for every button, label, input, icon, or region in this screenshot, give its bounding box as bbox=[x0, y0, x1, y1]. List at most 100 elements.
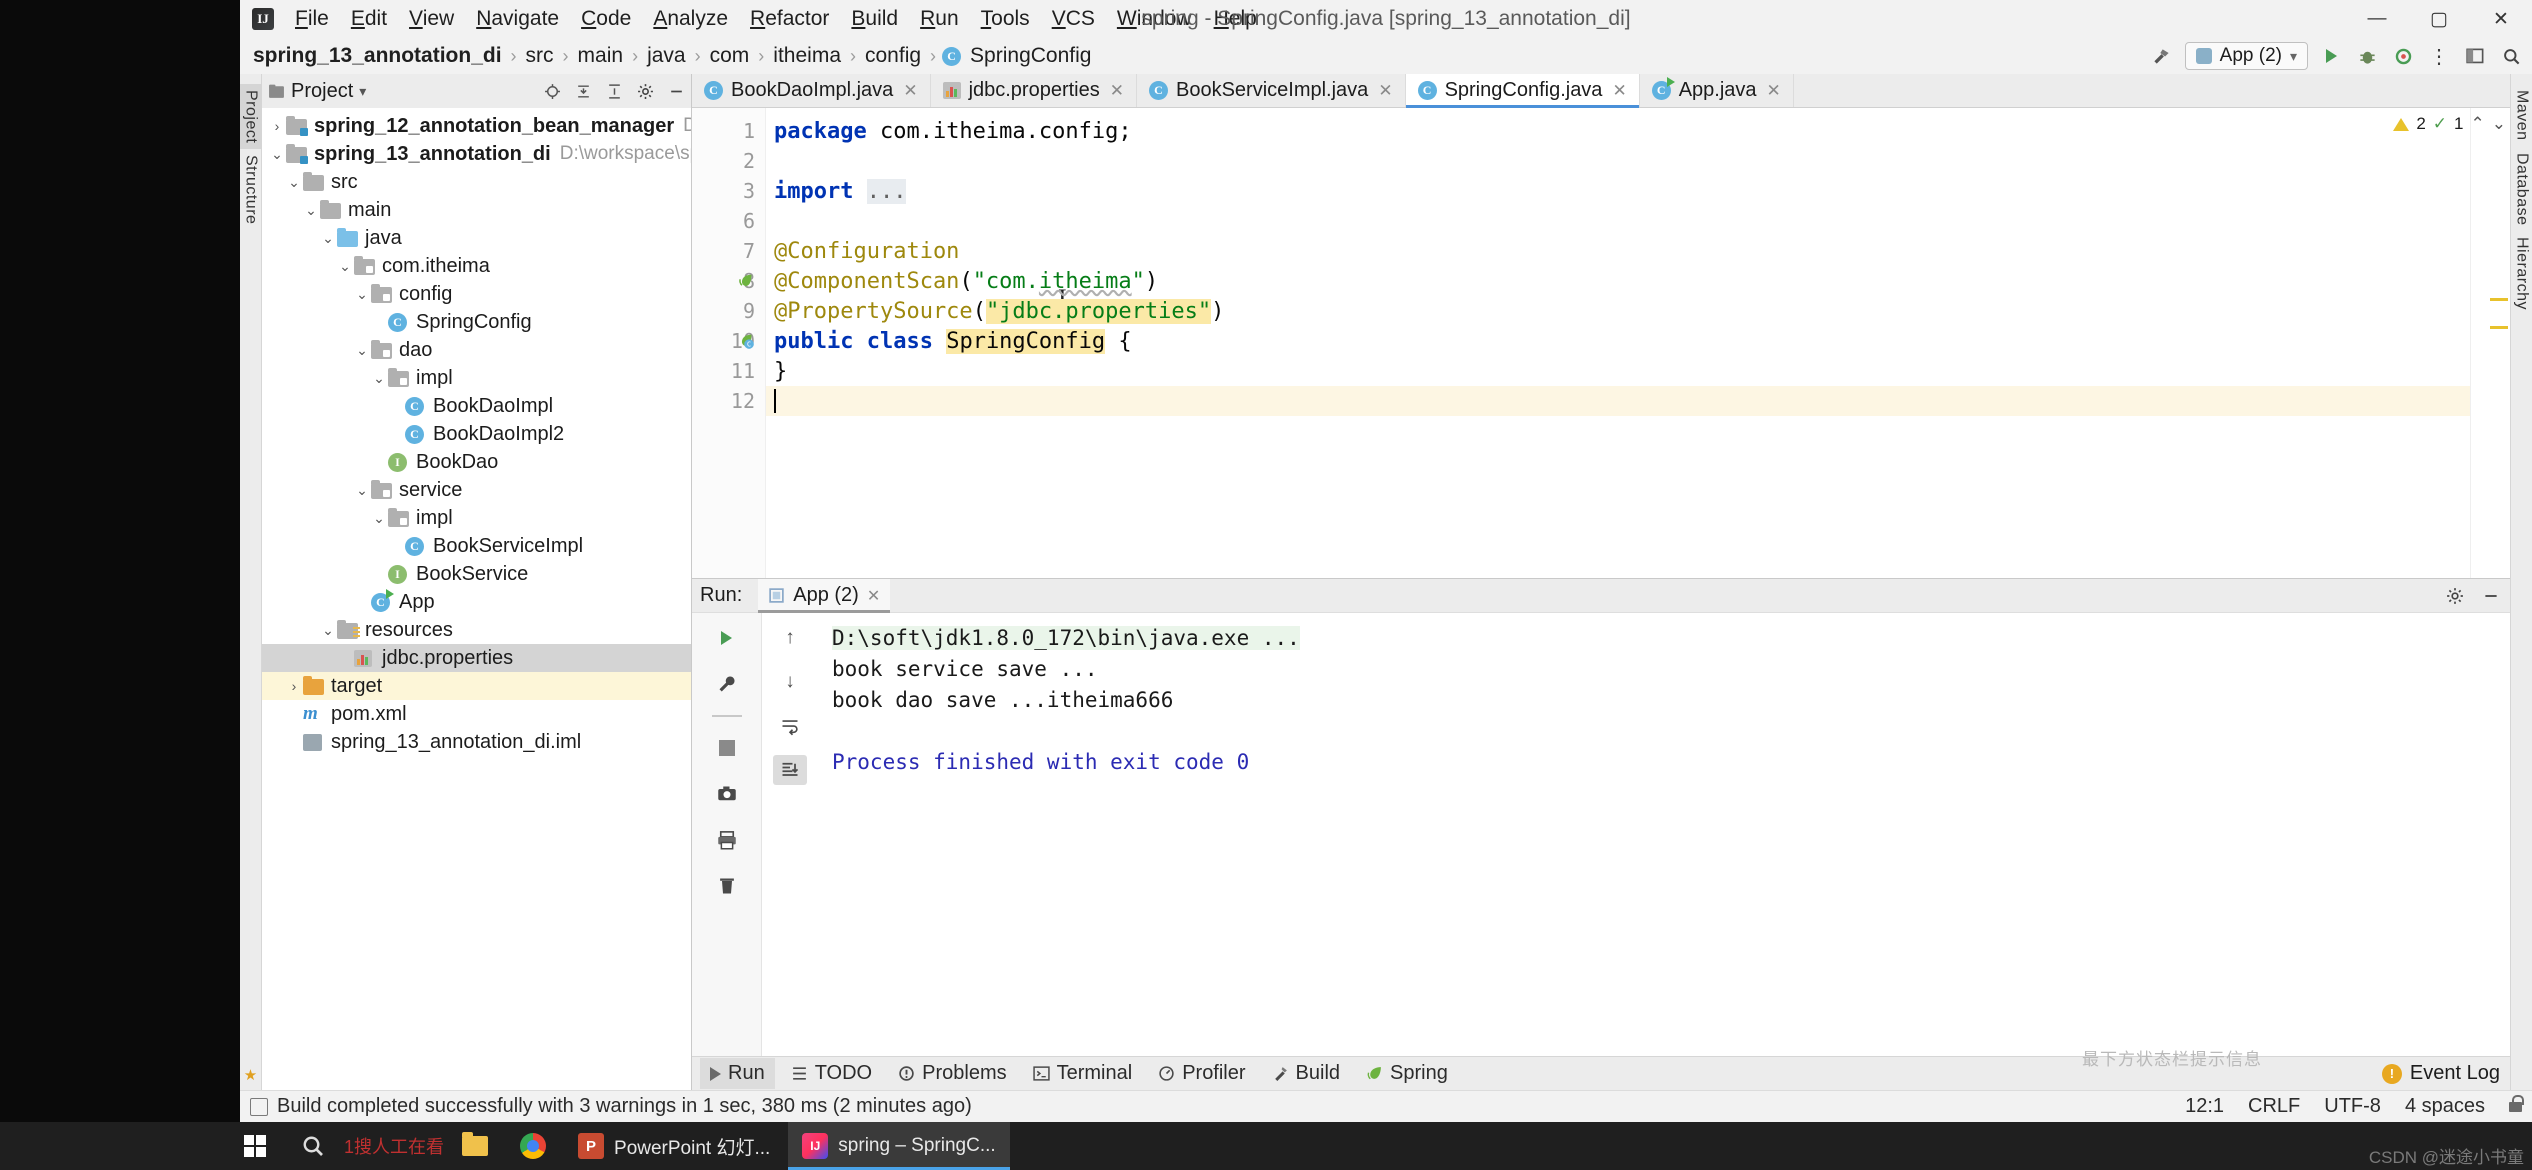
chevron-down-icon[interactable]: ⌄ bbox=[370, 370, 388, 387]
windows-start-icon[interactable] bbox=[228, 1122, 282, 1170]
code-line[interactable]: } bbox=[766, 356, 2470, 386]
chevron-down-icon[interactable]: ⌄ bbox=[353, 286, 371, 303]
indent-setting[interactable]: 4 spaces bbox=[2405, 1095, 2485, 1118]
tree-node[interactable]: spring_13_annotation_di.iml bbox=[262, 728, 691, 756]
tree-node[interactable]: ⌄ impl bbox=[262, 504, 691, 532]
search-icon[interactable] bbox=[2498, 43, 2524, 69]
breadcrumb-item[interactable]: spring_13_annotation_di bbox=[250, 44, 505, 68]
console-output[interactable]: D:\soft\jdk1.8.0_172\bin\java.exe ... boo… bbox=[818, 613, 2510, 1056]
tree-node[interactable]: ⌄ resources bbox=[262, 616, 691, 644]
chevron-down-icon[interactable]: ⌄ bbox=[319, 622, 337, 639]
menu-item-code[interactable]: Code bbox=[570, 3, 642, 35]
debug-icon[interactable] bbox=[2354, 43, 2380, 69]
menu-item-build[interactable]: Build bbox=[840, 3, 909, 35]
tool-tab-project[interactable]: Project bbox=[239, 84, 262, 150]
chevron-down-icon[interactable]: ⌄ bbox=[353, 482, 371, 499]
tree-node[interactable]: C App bbox=[262, 588, 691, 616]
minimize-icon[interactable] bbox=[2480, 585, 2502, 607]
tree-node[interactable]: ⌄ dao bbox=[262, 336, 691, 364]
code-line[interactable] bbox=[766, 206, 2470, 236]
tree-node[interactable]: ⌄ config bbox=[262, 280, 691, 308]
chevron-down-icon[interactable]: ▾ bbox=[359, 83, 366, 100]
code-line[interactable]: public class SpringConfig { bbox=[766, 326, 2470, 356]
event-log-group[interactable]: ! Event Log bbox=[2381, 1062, 2500, 1085]
code-line[interactable]: package com.itheima.config; bbox=[766, 116, 2470, 146]
tree-node[interactable]: ⌄ impl bbox=[262, 364, 691, 392]
editor-tab-bookdaoimpl-java[interactable]: C BookDaoImpl.java ✕ bbox=[692, 74, 931, 107]
analysis-marker[interactable] bbox=[2490, 298, 2508, 301]
code-line[interactable]: -@PropertySource("jdbc.properties") bbox=[766, 296, 2470, 326]
chevron-down-icon[interactable]: ⌄ bbox=[370, 510, 388, 527]
hide-panel-icon[interactable] bbox=[665, 80, 687, 102]
spring-config-icon[interactable]: C bbox=[736, 331, 756, 351]
code-line[interactable]: @ComponentScan("com. itheima ") bbox=[766, 266, 2470, 296]
editor-tab-app-java[interactable]: C App.java ✕ bbox=[1640, 74, 1794, 107]
menu-item-refactor[interactable]: Refactor bbox=[739, 3, 840, 35]
tree-node[interactable]: ⌄ src bbox=[262, 168, 691, 196]
build-hammer-icon[interactable] bbox=[2149, 43, 2175, 69]
project-panel-title-group[interactable]: Project ▾ bbox=[268, 80, 366, 103]
menu-item-navigate[interactable]: Navigate bbox=[465, 3, 570, 35]
maximize-button[interactable]: ▢ bbox=[2408, 0, 2470, 38]
menu-item-analyze[interactable]: Analyze bbox=[642, 3, 739, 35]
settings-gear-icon[interactable] bbox=[634, 80, 656, 102]
menu-item-file[interactable]: File bbox=[284, 3, 340, 35]
run-icon[interactable] bbox=[2318, 43, 2344, 69]
down-arrow-icon[interactable]: ↓ bbox=[773, 667, 807, 697]
code-line[interactable] bbox=[766, 386, 2470, 416]
menu-item-edit[interactable]: Edit bbox=[340, 3, 398, 35]
close-icon[interactable]: ✕ bbox=[1110, 81, 1124, 101]
breadcrumb-item[interactable]: itheima bbox=[770, 44, 844, 68]
editor-tab-bookserviceimpl-java[interactable]: C BookServiceImpl.java ✕ bbox=[1137, 74, 1406, 107]
chevron-down-icon[interactable]: ⌄ bbox=[302, 202, 320, 219]
chevron-down-icon[interactable]: ⌄ bbox=[336, 258, 354, 275]
file-explorer-icon[interactable] bbox=[448, 1122, 502, 1170]
tree-node[interactable]: ⌄ main bbox=[262, 196, 691, 224]
menu-item-run[interactable]: Run bbox=[909, 3, 970, 35]
taskbar-item-powerpoint[interactable]: P PowerPoint 幻灯... bbox=[564, 1122, 784, 1170]
chevron-down-icon[interactable]: ⌄ bbox=[285, 174, 303, 191]
close-icon[interactable]: ✕ bbox=[867, 586, 880, 606]
gear-icon[interactable] bbox=[2444, 585, 2466, 607]
code-line[interactable]: -@Configuration bbox=[766, 236, 2470, 266]
chevron-down-icon[interactable]: ⌄ bbox=[319, 230, 337, 247]
inspection-summary[interactable]: 2 ✓ 1 ⌃ ⌄ bbox=[2393, 114, 2506, 134]
tree-node[interactable]: C BookServiceImpl bbox=[262, 532, 691, 560]
run-configuration-selector[interactable]: App (2) ▾ bbox=[2184, 42, 2308, 70]
taskbar-search-text[interactable]: 1搜人工在看 bbox=[344, 1133, 444, 1159]
soft-wrap-icon[interactable] bbox=[773, 711, 807, 741]
bottom-tab-todo[interactable]: TODO bbox=[781, 1058, 882, 1089]
star-icon[interactable]: ★ bbox=[244, 1066, 257, 1084]
bottom-tab-terminal[interactable]: Terminal bbox=[1023, 1058, 1143, 1089]
breadcrumb-item[interactable]: main bbox=[575, 44, 627, 68]
tree-node[interactable]: C BookDaoImpl bbox=[262, 392, 691, 420]
scroll-to-end-icon[interactable] bbox=[773, 755, 807, 785]
close-icon[interactable]: ✕ bbox=[1767, 81, 1781, 101]
locate-icon[interactable] bbox=[541, 80, 563, 102]
spring-bean-icon[interactable] bbox=[736, 271, 756, 291]
code-line[interactable]: +import ... bbox=[766, 176, 2470, 206]
expand-icon[interactable] bbox=[603, 80, 625, 102]
chrome-icon[interactable] bbox=[506, 1122, 560, 1170]
stop-icon[interactable] bbox=[710, 733, 744, 763]
close-icon[interactable]: ✕ bbox=[1612, 81, 1626, 101]
wrench-icon[interactable] bbox=[710, 669, 744, 699]
chevron-right-icon[interactable]: › bbox=[285, 678, 303, 694]
more-options-icon[interactable]: ⋮ bbox=[2426, 43, 2452, 69]
tree-node[interactable]: C BookDaoImpl2 bbox=[262, 420, 691, 448]
camera-icon[interactable] bbox=[710, 779, 744, 809]
menu-item-view[interactable]: View bbox=[398, 3, 465, 35]
collapse-all-icon[interactable] bbox=[572, 80, 594, 102]
breadcrumb-item[interactable]: config bbox=[862, 44, 924, 68]
layout-icon[interactable] bbox=[2462, 43, 2488, 69]
close-icon[interactable]: ✕ bbox=[1378, 81, 1392, 101]
menu-item-tools[interactable]: Tools bbox=[970, 3, 1041, 35]
bottom-tab-problems[interactable]: Problems bbox=[888, 1058, 1016, 1089]
search-widget-icon[interactable] bbox=[286, 1122, 340, 1170]
up-arrow-icon[interactable]: ↑ bbox=[773, 623, 807, 653]
caret-position[interactable]: 12:1 bbox=[2185, 1095, 2224, 1118]
chevron-down-icon[interactable]: ⌄ bbox=[268, 146, 286, 163]
bottom-tab-spring[interactable]: Spring bbox=[1356, 1058, 1458, 1089]
tree-node[interactable]: m pom.xml bbox=[262, 700, 691, 728]
tree-node[interactable]: ⌄ service bbox=[262, 476, 691, 504]
